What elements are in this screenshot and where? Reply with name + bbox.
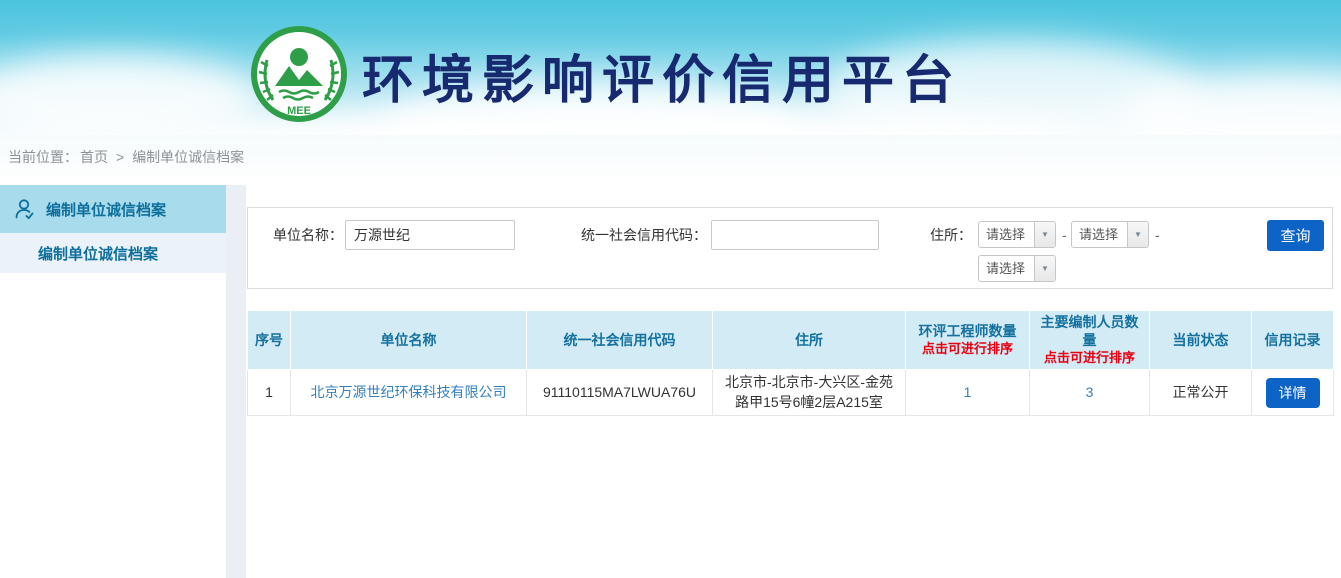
unit-name-link[interactable]: 北京万源世纪环保科技有限公司 <box>311 384 507 400</box>
site-header: MEE 环境影响评价信用平台 <box>0 0 1341 135</box>
credit-code-input[interactable] <box>711 220 879 250</box>
cell-address: 北京市-北京市-大兴区-金苑路甲15号6幢2层A215室 <box>713 370 906 416</box>
select-value: 请选择 <box>1072 222 1127 247</box>
breadcrumb-prefix: 当前位置： <box>8 147 78 167</box>
table-header-row: 序号 单位名称 统一社会信用代码 住所 环评工程师数量 点击可进行排序 主要编制… <box>248 311 1334 370</box>
col-header-index: 序号 <box>248 311 291 370</box>
breadcrumb-home-link[interactable]: 首页 <box>80 147 108 167</box>
sidebar-item-unit-credit-archive[interactable]: 编制单位诚信档案 <box>0 185 226 233</box>
breadcrumb: 当前位置： 首页 > 编制单位诚信档案 <box>0 135 1341 178</box>
dash-separator: - <box>1062 220 1067 250</box>
chevron-down-icon[interactable]: ▼ <box>1034 256 1055 281</box>
logo-text: MEE <box>287 105 311 117</box>
dash-separator: - <box>1155 220 1160 250</box>
sidebar-subitem-unit-credit-archive[interactable]: 编制单位诚信档案 <box>0 233 226 273</box>
address-province-select[interactable]: 请选择 ▼ <box>978 221 1056 248</box>
breadcrumb-separator: > <box>116 149 124 165</box>
sort-hint[interactable]: 点击可进行排序 <box>1034 350 1145 367</box>
unit-name-label: 单位名称： <box>273 220 343 250</box>
col-header-credit-code: 统一社会信用代码 <box>527 311 713 370</box>
sidebar-item-label: 编制单位诚信档案 <box>46 199 166 220</box>
col-header-engineer-count[interactable]: 环评工程师数量 点击可进行排序 <box>906 311 1030 370</box>
staff-count-link[interactable]: 3 <box>1086 384 1094 400</box>
address-label: 住所： <box>908 220 972 250</box>
select-value: 请选择 <box>979 222 1034 247</box>
cell-index: 1 <box>248 370 291 416</box>
col-header-credit-record: 信用记录 <box>1252 311 1334 370</box>
col-header-staff-count[interactable]: 主要编制人员数量 点击可进行排序 <box>1030 311 1150 370</box>
col-header-label: 环评工程师数量 <box>919 323 1017 339</box>
select-value: 请选择 <box>979 256 1034 281</box>
col-header-status: 当前状态 <box>1150 311 1252 370</box>
credit-code-label: 统一社会信用代码： <box>581 220 707 250</box>
mee-logo-icon: MEE <box>249 24 349 124</box>
cell-status: 正常公开 <box>1150 370 1252 416</box>
col-header-unit-name: 单位名称 <box>291 311 527 370</box>
address-district-select[interactable]: 请选择 ▼ <box>978 255 1056 282</box>
col-header-label: 主要编制人员数量 <box>1041 314 1139 348</box>
detail-button[interactable]: 详情 <box>1266 378 1320 408</box>
query-button[interactable]: 查询 <box>1267 220 1324 251</box>
breadcrumb-current: 编制单位诚信档案 <box>132 147 244 167</box>
sidebar-item-label: 编制单位诚信档案 <box>38 243 158 264</box>
search-panel: 单位名称： 统一社会信用代码： 住所： 请选择 ▼ - 请选择 ▼ - 请选择 … <box>247 207 1333 289</box>
cell-credit-code: 91110115MA7LWUA76U <box>527 370 713 416</box>
results-table: 序号 单位名称 统一社会信用代码 住所 环评工程师数量 点击可进行排序 主要编制… <box>247 310 1334 416</box>
table-row: 1 北京万源世纪环保科技有限公司 91110115MA7LWUA76U 北京市-… <box>248 370 1334 416</box>
sidebar-content-gutter <box>226 185 246 578</box>
sort-hint[interactable]: 点击可进行排序 <box>910 341 1025 358</box>
cloud-decoration <box>0 55 260 135</box>
page: MEE 环境影响评价信用平台 当前位置： 首页 > 编制单位诚信档案 编制单位诚… <box>0 0 1341 578</box>
sidebar: 编制单位诚信档案 编制单位诚信档案 <box>0 185 226 578</box>
col-header-address: 住所 <box>713 311 906 370</box>
address-city-select[interactable]: 请选择 ▼ <box>1071 221 1149 248</box>
page-title: 环境影响评价信用平台 <box>362 38 962 113</box>
chevron-down-icon[interactable]: ▼ <box>1127 222 1148 247</box>
engineer-count-link[interactable]: 1 <box>964 384 972 400</box>
chevron-down-icon[interactable]: ▼ <box>1034 222 1055 247</box>
unit-name-input[interactable] <box>345 220 515 250</box>
user-check-icon <box>12 196 38 222</box>
